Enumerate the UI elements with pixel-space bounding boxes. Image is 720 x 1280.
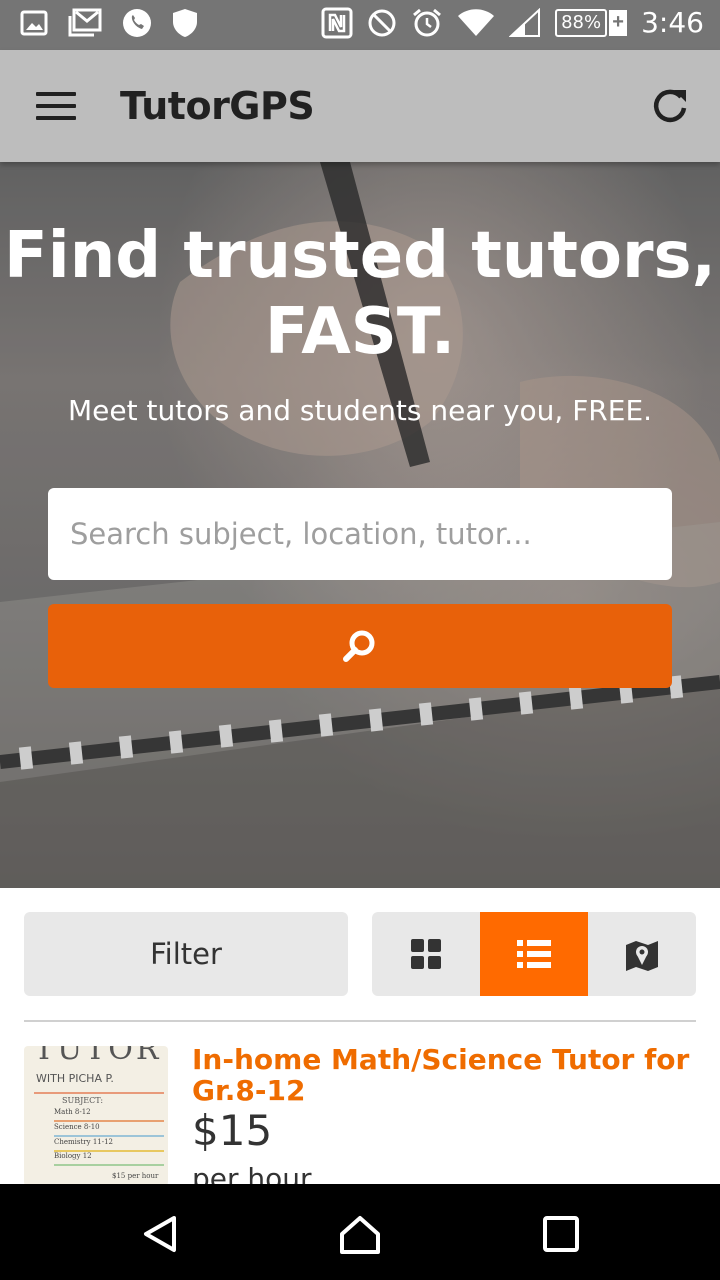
system-nav-bar (0, 1184, 720, 1280)
battery-level: 88% (555, 8, 608, 37)
status-bar: 88% + 3:46 (0, 0, 720, 50)
clock: 3:46 (641, 6, 704, 39)
thumbnail-rule (54, 1120, 164, 1122)
map-icon (626, 941, 658, 971)
shield-icon (173, 9, 197, 37)
filter-button[interactable]: Filter (24, 912, 348, 996)
grid-view-button[interactable] (372, 912, 480, 996)
thumbnail-subject-item: Chemistry 11-12 (54, 1138, 113, 1146)
section-divider (24, 1020, 696, 1022)
hero-banner: Find trusted tutors, FAST. Meet tutors a… (0, 162, 720, 888)
thumbnail-subject-item: Math 8-12 (54, 1108, 91, 1116)
thumbnail-heading: TUTOR (34, 1046, 162, 1067)
thumbnail-rule (54, 1135, 164, 1137)
thumbnail-price-note: $15 per hour (112, 1172, 159, 1180)
alarm-icon (413, 8, 442, 36)
nfc-icon (321, 7, 353, 38)
listing-title[interactable]: In-home Math/Science Tutor for Gr.8-12 (192, 1046, 692, 1106)
listing-price: $15 (192, 1106, 273, 1155)
listing-thumbnail[interactable]: TUTOR WITH PICHA P. SUBJECT: Math 8-12 S… (24, 1046, 168, 1184)
list-item[interactable]: TUTOR WITH PICHA P. SUBJECT: Math 8-12 S… (24, 1046, 696, 1184)
list-view-button[interactable] (480, 912, 588, 996)
listing-price-unit: per hour (192, 1162, 312, 1184)
thumbnail-subject-label: SUBJECT: (62, 1096, 104, 1105)
thumbnail-subject-item: Science 8-10 (54, 1123, 100, 1131)
status-system: 88% + 3:46 (321, 6, 704, 39)
app-bar: TutorGPS (0, 50, 720, 162)
search-icon (343, 630, 375, 662)
wifi-icon (458, 8, 495, 36)
hero-title-line2: FAST. (264, 295, 456, 369)
signal-icon (509, 7, 541, 37)
back-icon[interactable] (138, 1212, 182, 1256)
status-notifications (20, 8, 198, 38)
thumbnail-subject-item: Biology 12 (54, 1152, 92, 1160)
search-button[interactable] (48, 604, 672, 688)
phone-icon (123, 9, 151, 37)
charging-icon: + (609, 9, 628, 36)
gmail-icon (68, 8, 102, 37)
view-toggle (372, 912, 696, 996)
grid-icon (411, 939, 441, 969)
thumbnail-rule (54, 1164, 164, 1166)
menu-icon[interactable] (36, 92, 76, 120)
thumbnail-rule (34, 1092, 164, 1094)
search-input[interactable] (48, 488, 672, 580)
list-icon (517, 940, 551, 968)
app-title: TutorGPS (120, 84, 315, 128)
battery-indicator: 88% + (555, 8, 628, 37)
image-icon (20, 10, 48, 36)
hero-title: Find trusted tutors, FAST. (0, 218, 720, 370)
refresh-icon[interactable] (650, 86, 690, 126)
map-view-button[interactable] (588, 912, 696, 996)
thumbnail-tutor-name: WITH PICHA P. (36, 1072, 114, 1085)
recents-icon[interactable] (539, 1212, 583, 1256)
hero-subtitle: Meet tutors and students near you, FREE. (67, 394, 653, 427)
hero-title-line1: Find trusted tutors, (4, 219, 716, 293)
home-icon[interactable] (338, 1212, 382, 1256)
do-not-disturb-icon (368, 9, 396, 36)
